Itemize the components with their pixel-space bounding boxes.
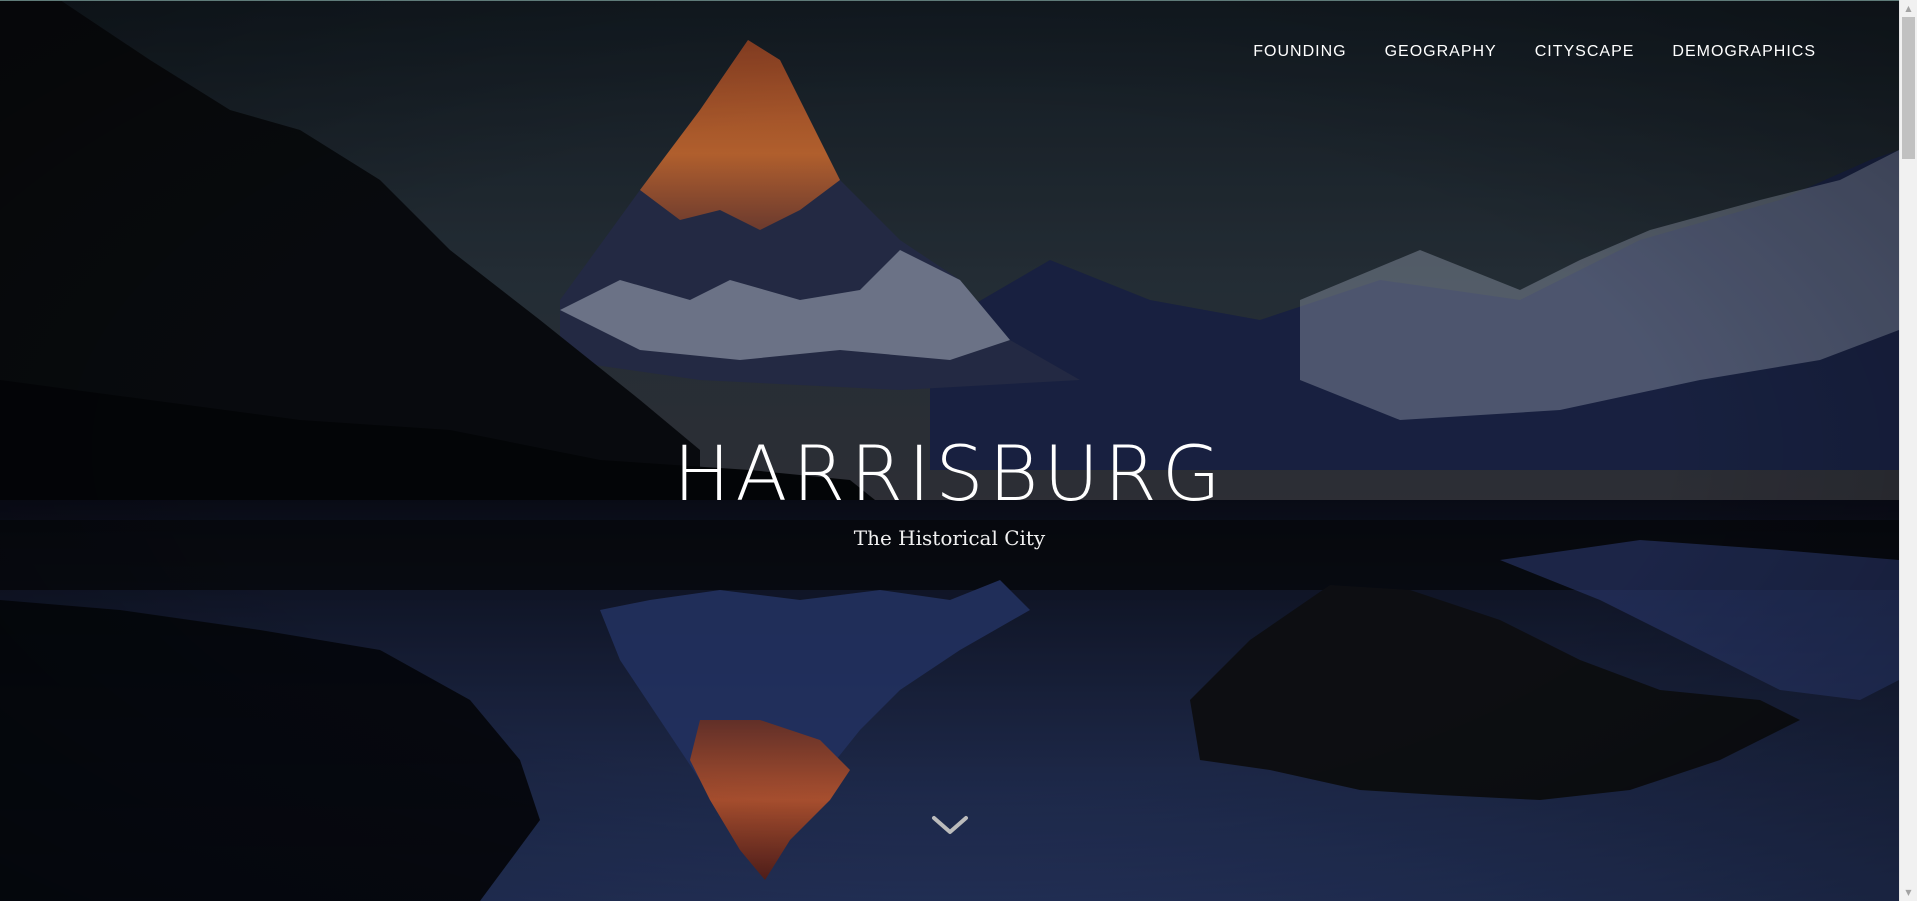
scrollbar-thumb[interactable] bbox=[1902, 17, 1915, 159]
scroll-down-button[interactable] bbox=[930, 810, 970, 840]
page-subtitle: The Historical City bbox=[853, 526, 1046, 550]
page-title: HARRISBURG bbox=[673, 428, 1226, 518]
nav-geography-link[interactable]: GEOGRAPHY bbox=[1385, 40, 1497, 64]
nav-cityscape-link[interactable]: CITYSCAPE bbox=[1535, 40, 1635, 64]
scroll-down-arrow-icon[interactable]: ▼ bbox=[1900, 884, 1917, 901]
hero-section: FOUNDING GEOGRAPHY CITYSCAPE DEMOGRAPHIC… bbox=[0, 0, 1899, 901]
page: FOUNDING GEOGRAPHY CITYSCAPE DEMOGRAPHIC… bbox=[0, 0, 1917, 901]
top-border bbox=[0, 0, 1899, 1]
chevron-down-icon bbox=[932, 816, 968, 834]
scroll-up-arrow-icon[interactable]: ▲ bbox=[1900, 0, 1917, 17]
nav-founding-link[interactable]: FOUNDING bbox=[1253, 40, 1346, 64]
nav-demographics-link[interactable]: DEMOGRAPHICS bbox=[1672, 40, 1816, 64]
main-nav: FOUNDING GEOGRAPHY CITYSCAPE DEMOGRAPHIC… bbox=[1253, 40, 1816, 64]
vertical-scrollbar[interactable]: ▲ ▼ bbox=[1899, 0, 1917, 901]
